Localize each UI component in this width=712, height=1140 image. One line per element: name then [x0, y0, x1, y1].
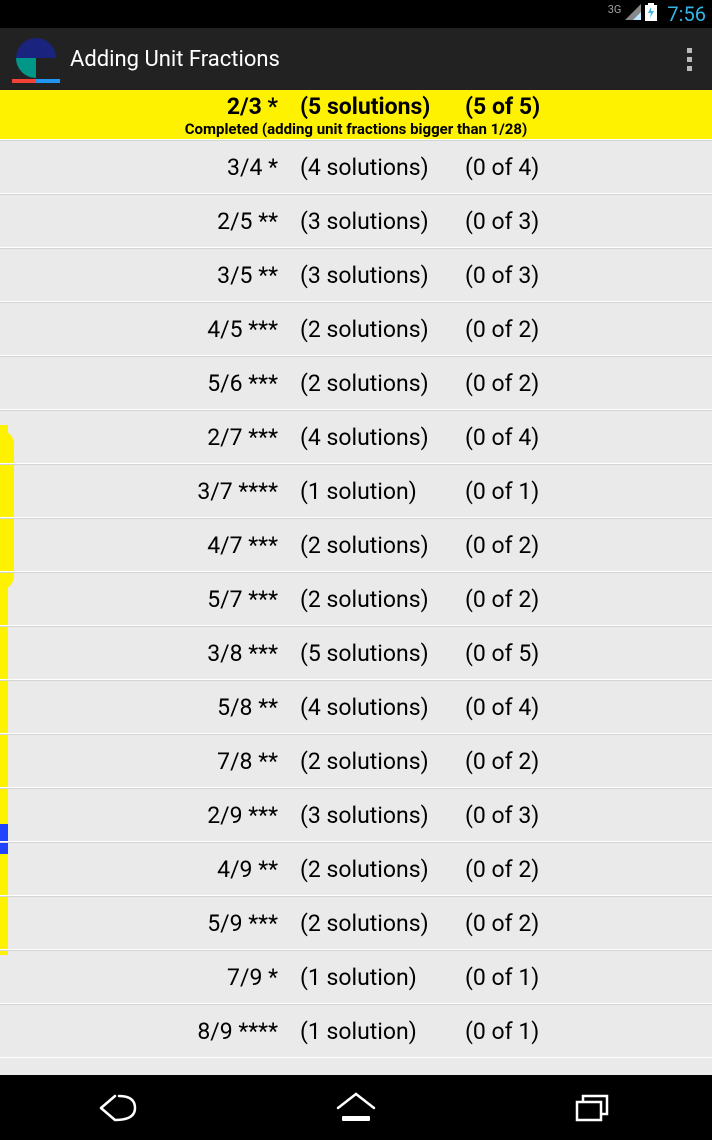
solutions-label: (3 solutions): [300, 802, 465, 829]
list-item[interactable]: 3/8 ***(5 solutions)(0 of 5): [0, 626, 712, 680]
progress-label: (0 of 4): [465, 424, 712, 451]
solutions-label: (4 solutions): [300, 154, 465, 181]
progress-label: (0 of 2): [465, 586, 712, 613]
progress-label: (0 of 1): [465, 478, 712, 505]
solutions-label: (4 solutions): [300, 694, 465, 721]
completed-note: Completed (adding unit fractions bigger …: [0, 120, 712, 138]
page-title: Adding Unit Fractions: [70, 47, 280, 72]
list-item[interactable]: 7/8 **(2 solutions)(0 of 2): [0, 734, 712, 788]
progress-label: (0 of 2): [465, 856, 712, 883]
solutions-label: (2 solutions): [300, 748, 465, 775]
progress-label: (0 of 4): [465, 694, 712, 721]
content-area: 2/3 *(5 solutions)(5 of 5)Completed (add…: [0, 90, 712, 1075]
back-button[interactable]: [79, 1088, 159, 1128]
list-item[interactable]: 5/6 ***(2 solutions)(0 of 2): [0, 356, 712, 410]
solutions-label: (1 solution): [300, 478, 465, 505]
solutions-label: (2 solutions): [300, 910, 465, 937]
solutions-label: (2 solutions): [300, 586, 465, 613]
fraction-label: 2/7 ***: [0, 424, 300, 451]
progress-label: (0 of 2): [465, 748, 712, 775]
home-button[interactable]: [316, 1088, 396, 1128]
list-item[interactable]: 4/7 ***(2 solutions)(0 of 2): [0, 518, 712, 572]
fraction-label: 4/9 **: [0, 856, 300, 883]
fraction-label: 3/4 *: [0, 154, 300, 181]
solutions-label: (2 solutions): [300, 856, 465, 883]
progress-label: (0 of 4): [465, 154, 712, 181]
network-indicator: 3G: [608, 4, 622, 15]
list-item[interactable]: 8/9 ****(1 solution)(0 of 1): [0, 1004, 712, 1058]
fraction-label: 2/5 **: [0, 208, 300, 235]
progress-label: (0 of 2): [465, 316, 712, 343]
solutions-label: (5 solutions): [300, 93, 465, 120]
progress-label: (0 of 3): [465, 208, 712, 235]
progress-label: (0 of 3): [465, 262, 712, 289]
solutions-label: (2 solutions): [300, 316, 465, 343]
fraction-label: 3/5 **: [0, 262, 300, 289]
fraction-label: 8/9 ****: [0, 1018, 300, 1045]
fraction-label: 3/7 ****: [0, 478, 300, 505]
list-item[interactable]: 3/7 ****(1 solution)(0 of 1): [0, 464, 712, 518]
list-item[interactable]: 5/7 ***(2 solutions)(0 of 2): [0, 572, 712, 626]
list-item[interactable]: 2/5 **(3 solutions)(0 of 3): [0, 194, 712, 248]
solutions-label: (2 solutions): [300, 532, 465, 559]
fraction-label: 5/8 **: [0, 694, 300, 721]
signal-icon: [625, 4, 641, 24]
solutions-label: (1 solution): [300, 964, 465, 991]
fraction-label: 5/9 ***: [0, 910, 300, 937]
status-time: 7:56: [667, 2, 706, 26]
list-item[interactable]: 5/9 ***(2 solutions)(0 of 2): [0, 896, 712, 950]
progress-label: (0 of 2): [465, 910, 712, 937]
list-item[interactable]: 2/7 ***(4 solutions)(0 of 4): [0, 410, 712, 464]
app-icon: [12, 35, 60, 83]
list-item[interactable]: 3/4 *(4 solutions)(0 of 4): [0, 140, 712, 194]
fraction-label: 7/8 **: [0, 748, 300, 775]
status-bar: 3G 7:56: [0, 0, 712, 28]
progress-label: (0 of 1): [465, 964, 712, 991]
navigation-bar: [0, 1075, 712, 1140]
fraction-label: 5/6 ***: [0, 370, 300, 397]
progress-label: (0 of 2): [465, 370, 712, 397]
fraction-label: 5/7 ***: [0, 586, 300, 613]
list-item[interactable]: 2/9 ***(3 solutions)(0 of 3): [0, 788, 712, 842]
list-item[interactable]: 2/3 *(5 solutions)(5 of 5)Completed (add…: [0, 90, 712, 140]
battery-charging-icon: [645, 3, 657, 25]
solutions-label: (2 solutions): [300, 370, 465, 397]
list-item[interactable]: 7/9 *(1 solution)(0 of 1): [0, 950, 712, 1004]
solutions-label: (4 solutions): [300, 424, 465, 451]
progress-label: (0 of 5): [465, 640, 712, 667]
overflow-menu-button[interactable]: [679, 40, 700, 79]
fraction-label: 4/5 ***: [0, 316, 300, 343]
fraction-label: 7/9 *: [0, 964, 300, 991]
list-item[interactable]: 4/9 **(2 solutions)(0 of 2): [0, 842, 712, 896]
solutions-label: (3 solutions): [300, 262, 465, 289]
solutions-label: (3 solutions): [300, 208, 465, 235]
recent-apps-button[interactable]: [553, 1088, 633, 1128]
progress-label: (0 of 1): [465, 1018, 712, 1045]
fraction-list: 2/3 *(5 solutions)(5 of 5)Completed (add…: [0, 90, 712, 1058]
progress-label: (0 of 3): [465, 802, 712, 829]
list-item[interactable]: 3/5 **(3 solutions)(0 of 3): [0, 248, 712, 302]
solutions-label: (5 solutions): [300, 640, 465, 667]
fraction-label: 3/8 ***: [0, 640, 300, 667]
list-item[interactable]: 5/8 **(4 solutions)(0 of 4): [0, 680, 712, 734]
fraction-label: 2/3 *: [0, 93, 300, 120]
list-item[interactable]: 4/5 ***(2 solutions)(0 of 2): [0, 302, 712, 356]
progress-label: (5 of 5): [465, 93, 712, 120]
fraction-label: 4/7 ***: [0, 532, 300, 559]
action-bar: Adding Unit Fractions: [0, 28, 712, 90]
progress-label: (0 of 2): [465, 532, 712, 559]
solutions-label: (1 solution): [300, 1018, 465, 1045]
fraction-label: 2/9 ***: [0, 802, 300, 829]
